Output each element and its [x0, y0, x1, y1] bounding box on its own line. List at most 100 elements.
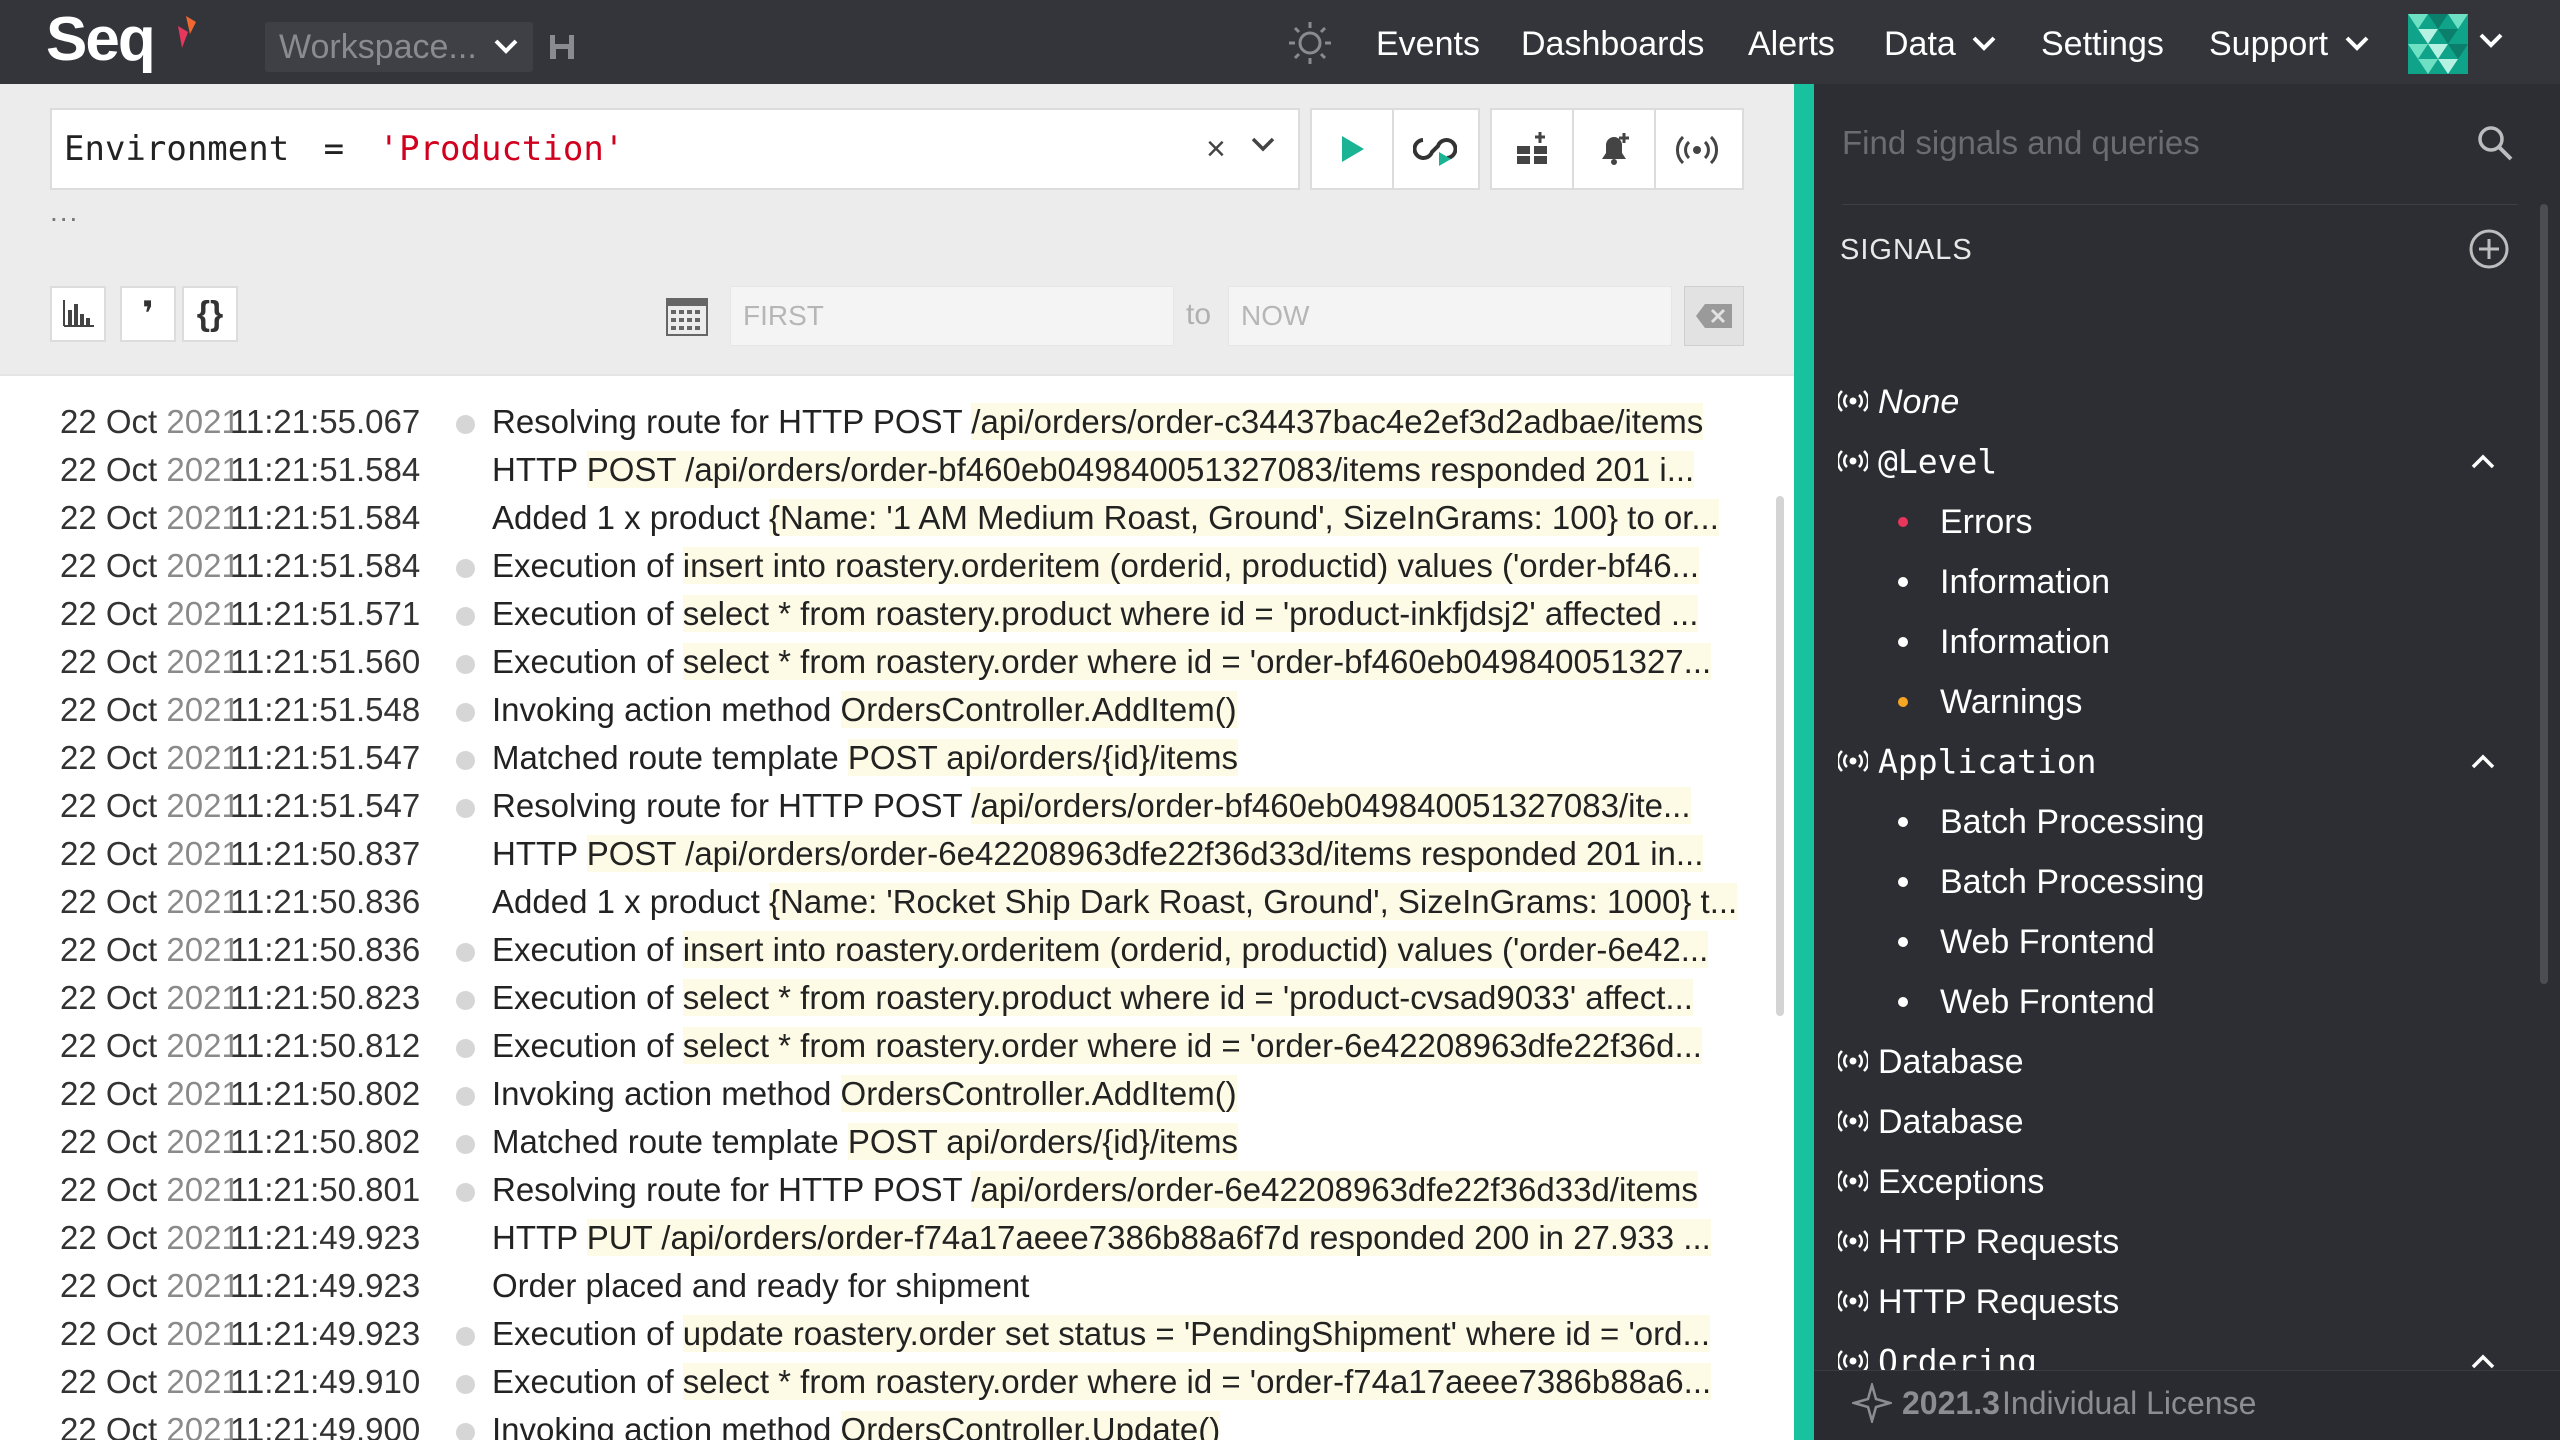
nav-alerts[interactable]: Alerts [1748, 0, 1835, 84]
event-message-property: select * from roastery.order where id = … [682, 1027, 1702, 1064]
event-day-month: 22 Oct [60, 547, 158, 584]
add-alert-button[interactable] [1574, 110, 1656, 188]
signal-icon [1838, 1170, 1868, 1192]
event-row[interactable]: 22 Oct 2021 11:21:49.923 Order placed and … [0, 1262, 1794, 1310]
signal-icon [1838, 1230, 1868, 1252]
event-row[interactable]: 22 Oct 2021 11:21:49.923 HTTP PUT /api/ord… [0, 1214, 1794, 1262]
event-year: 2021 [166, 835, 240, 872]
signal-bullet [1898, 997, 1908, 1007]
signal-label: Information [1940, 623, 2111, 661]
nav-support[interactable]: Support [2209, 0, 2370, 84]
chart-view-button[interactable] [50, 286, 106, 342]
nav-events[interactable]: Events [1376, 0, 1480, 84]
range-end-input[interactable]: NOW [1228, 286, 1672, 346]
event-row[interactable]: 22 Oct 2021 11:21:51.571 Execution of sele… [0, 590, 1794, 638]
event-message-text: Invoking action method [492, 691, 841, 728]
signal-none[interactable]: None [1838, 374, 1959, 430]
event-row[interactable]: 22 Oct 2021 11:21:50.836 Execution of inse… [0, 926, 1794, 974]
signal-group-application[interactable]: Application [1838, 734, 2097, 790]
signal-icon [1838, 1110, 1868, 1132]
user-avatar[interactable] [2408, 14, 2468, 74]
signal-bullet [1898, 637, 1908, 647]
event-row[interactable]: 22 Oct 2021 11:21:51.547 Resolving route f… [0, 782, 1794, 830]
signal-item[interactable]: Exceptions [1838, 1154, 2044, 1210]
event-row[interactable]: 22 Oct 2021 11:21:51.584 Execution of inse… [0, 542, 1794, 590]
sidebar-scrollbar[interactable] [2540, 204, 2548, 984]
event-level-indicator [456, 943, 475, 962]
event-year: 2021 [166, 547, 240, 584]
signal-bullet [1898, 697, 1908, 707]
query-actions [1490, 108, 1744, 190]
run-query-button[interactable] [1312, 110, 1394, 188]
tail-button[interactable] [1394, 110, 1476, 188]
signal-item[interactable]: HTTP Requests [1838, 1214, 2119, 1270]
event-row[interactable]: 22 Oct 2021 11:21:51.548 Invoking action m… [0, 686, 1794, 734]
seq-logo[interactable]: Seq [46, 4, 156, 75]
json-view-button[interactable]: {} [182, 286, 238, 342]
event-day-month: 22 Oct [60, 1123, 158, 1160]
event-message: HTTP POST /api/orders/order-6e42208963df… [492, 830, 1744, 878]
clear-range-button[interactable] [1684, 286, 1744, 346]
event-row[interactable]: 22 Oct 2021 11:21:51.547 Matched route tem… [0, 734, 1794, 782]
query-more-indicator[interactable]: ... [50, 196, 79, 228]
event-row[interactable]: 22 Oct 2021 11:21:50.812 Execution of sele… [0, 1022, 1794, 1070]
license-label[interactable]: Individual License [2002, 1385, 2256, 1422]
seq-logo-mark-icon [178, 16, 196, 48]
add-signal-icon[interactable] [2468, 228, 2510, 270]
signal-item[interactable]: Database [1838, 1094, 2024, 1150]
range-start-input[interactable]: FIRST [730, 286, 1174, 346]
event-date: 22 Oct 2021 [60, 1070, 240, 1118]
save-workspace-icon[interactable] [548, 33, 576, 61]
sidebar-accent-bar [1794, 84, 1814, 1440]
event-day-month: 22 Oct [60, 1075, 158, 1112]
signal-item[interactable]: HTTP Requests [1838, 1274, 2119, 1330]
event-year: 2021 [166, 1363, 240, 1400]
add-to-dashboard-button[interactable] [1492, 110, 1574, 188]
search-icon[interactable] [2476, 124, 2514, 162]
chevron-down-icon[interactable] [2478, 30, 2504, 50]
event-row[interactable]: 22 Oct 2021 11:21:51.560 Execution of sele… [0, 638, 1794, 686]
signal-item[interactable]: Database [1838, 1034, 2024, 1090]
event-message-text: Matched route template [492, 1123, 848, 1160]
theme-toggle-icon[interactable] [1287, 20, 1333, 66]
nav-data[interactable]: Data [1884, 0, 1997, 84]
event-level-indicator [456, 751, 475, 770]
event-year: 2021 [166, 739, 240, 776]
signal-search-input[interactable]: Find signals and queries [1842, 124, 2200, 162]
workspace-selector[interactable]: Workspace... [265, 22, 533, 72]
message-view-button[interactable]: ❜ [120, 286, 176, 342]
calendar-icon[interactable] [666, 298, 708, 336]
event-level-indicator [456, 799, 475, 818]
event-day-month: 22 Oct [60, 787, 158, 824]
event-row[interactable]: 22 Oct 2021 11:21:51.584 Added 1 x product… [0, 494, 1794, 542]
event-row[interactable]: 22 Oct 2021 11:21:50.801 Resolving route f… [0, 1166, 1794, 1214]
event-row[interactable]: 22 Oct 2021 11:21:50.837 HTTP POST /api/or… [0, 830, 1794, 878]
nav-settings[interactable]: Settings [2041, 0, 2164, 84]
chevron-up-icon[interactable] [2470, 752, 2496, 772]
event-row[interactable]: 22 Oct 2021 11:21:51.584 HTTP POST /api/or… [0, 446, 1794, 494]
query-input[interactable]: Environment = 'Production' [50, 108, 1300, 190]
query-history-chevron-icon[interactable] [1250, 134, 1276, 154]
signal-bullet [1898, 517, 1908, 527]
signal-label: Information [1940, 563, 2111, 601]
event-row[interactable]: 22 Oct 2021 11:21:49.900 Invoking action m… [0, 1406, 1794, 1440]
chevron-up-icon[interactable] [2470, 1352, 2496, 1372]
event-row[interactable]: 22 Oct 2021 11:21:49.910 Execution of sele… [0, 1358, 1794, 1406]
event-row[interactable]: 22 Oct 2021 11:21:50.802 Invoking action m… [0, 1070, 1794, 1118]
nav-dashboards[interactable]: Dashboards [1521, 0, 1704, 84]
clear-query-icon[interactable]: × [1206, 108, 1226, 190]
event-row[interactable]: 22 Oct 2021 11:21:55.067 Resolving route f… [0, 398, 1794, 446]
event-message-property: POST api/orders/{id}/items [847, 739, 1238, 776]
chevron-up-icon[interactable] [2470, 452, 2496, 472]
signal-group-level[interactable]: @Level [1838, 434, 1997, 490]
query-operator: = [323, 129, 345, 169]
event-message-property: POST api/orders/{id}/items [847, 1123, 1238, 1160]
event-time: 11:21:51.584 [230, 547, 421, 584]
event-date: 22 Oct 2021 [60, 1118, 240, 1166]
save-signal-button[interactable] [1656, 110, 1738, 188]
event-year: 2021 [166, 883, 240, 920]
event-row[interactable]: 22 Oct 2021 11:21:49.923 Execution of upda… [0, 1310, 1794, 1358]
event-row[interactable]: 22 Oct 2021 11:21:50.836 Added 1 x product… [0, 878, 1794, 926]
event-row[interactable]: 22 Oct 2021 11:21:50.823 Execution of sele… [0, 974, 1794, 1022]
event-row[interactable]: 22 Oct 2021 11:21:50.802 Matched route tem… [0, 1118, 1794, 1166]
